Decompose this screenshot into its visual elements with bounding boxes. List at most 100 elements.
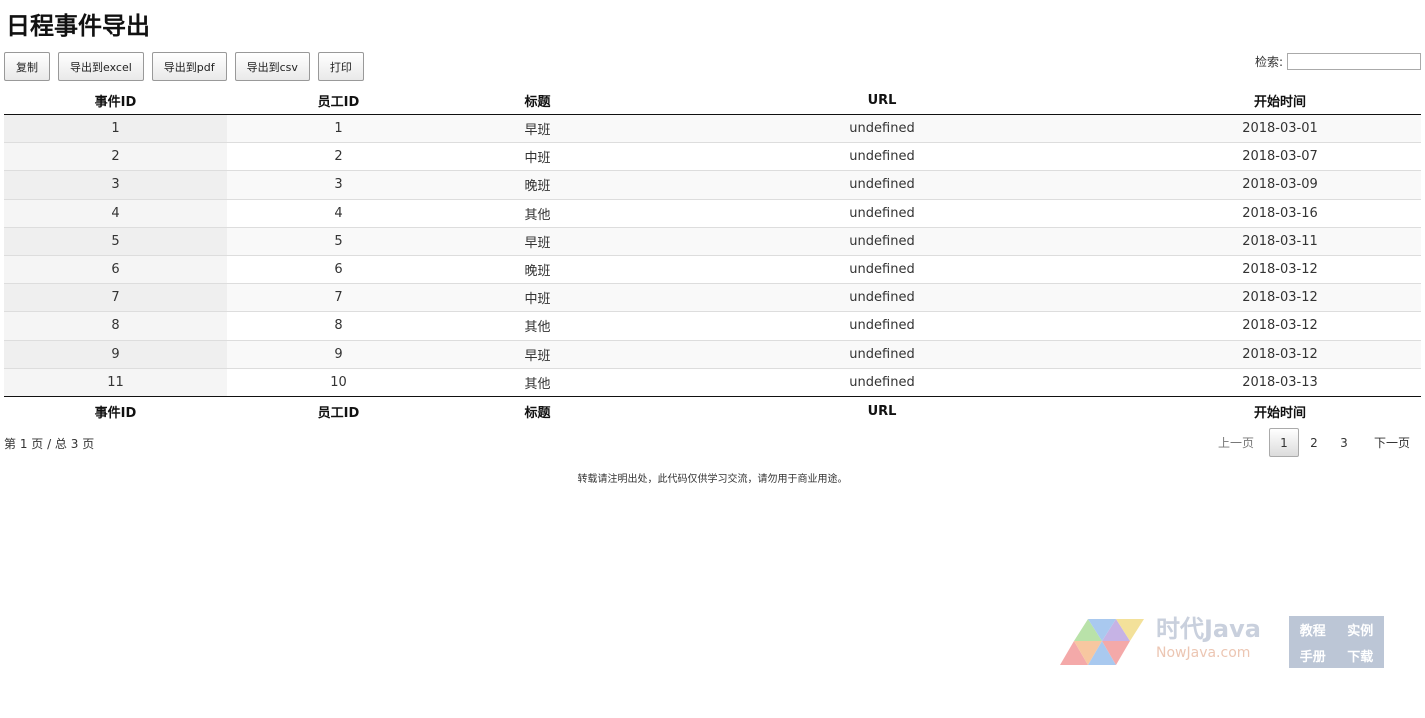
print-button[interactable]: 打印 bbox=[317, 52, 364, 81]
cell-employee-id: 3 bbox=[227, 170, 450, 200]
table-row[interactable]: 8 8 其他 undefined 2018-03-12 bbox=[4, 311, 1421, 340]
cell-start-time: 2018-03-12 bbox=[1139, 283, 1421, 312]
page-button-3[interactable]: 3 bbox=[1329, 428, 1359, 457]
search-input[interactable] bbox=[1287, 53, 1421, 70]
pagination: 上一页 1 2 3 下一页 bbox=[1207, 428, 1421, 457]
cell-employee-id: 7 bbox=[227, 283, 450, 312]
cell-event-id: 8 bbox=[4, 311, 227, 340]
watermark-item: 实例 bbox=[1347, 623, 1374, 639]
cell-url: undefined bbox=[625, 311, 1139, 340]
cell-title: 其他 bbox=[450, 367, 625, 397]
table-row[interactable]: 11 10 其他 undefined 2018-03-13 bbox=[4, 367, 1421, 397]
table-row[interactable]: 5 5 早班 undefined 2018-03-11 bbox=[4, 226, 1421, 256]
copyright-note: 转载请注明出处，此代码仅供学习交流，请勿用于商业用途。 bbox=[577, 474, 848, 485]
cell-url: undefined bbox=[625, 254, 1139, 284]
triangle-logo-icon bbox=[1060, 619, 1144, 665]
footer-header-event-id: 事件ID bbox=[4, 395, 227, 426]
cell-employee-id: 10 bbox=[227, 367, 450, 397]
copy-button[interactable]: 复制 bbox=[4, 52, 50, 81]
cell-event-id: 3 bbox=[4, 170, 227, 200]
cell-employee-id: 4 bbox=[227, 198, 450, 228]
footer-header-title: 标题 bbox=[450, 395, 625, 426]
cell-url: undefined bbox=[625, 170, 1139, 200]
cell-employee-id: 9 bbox=[227, 339, 450, 369]
cell-start-time: 2018-03-16 bbox=[1139, 198, 1421, 228]
footer-header-start-time: 开始时间 bbox=[1139, 395, 1421, 426]
cell-employee-id: 5 bbox=[227, 226, 450, 256]
column-header-start-time[interactable]: 开始时间 bbox=[1139, 86, 1421, 115]
cell-title: 其他 bbox=[450, 311, 625, 340]
table-body: 1 1 早班 undefined 2018-03-01 2 2 中班 undefined 2018… bbox=[4, 114, 1421, 397]
cell-event-id: 5 bbox=[4, 226, 227, 256]
watermark-menu-box: 教程 实例 手册 下载 bbox=[1289, 616, 1384, 668]
table-row[interactable]: 4 4 其他 undefined 2018-03-16 bbox=[4, 198, 1421, 228]
cell-event-id: 1 bbox=[4, 114, 227, 143]
watermark-brand: 时代Java bbox=[1156, 615, 1261, 643]
cell-title: 中班 bbox=[450, 142, 625, 171]
cell-title: 其他 bbox=[450, 198, 625, 228]
table-row[interactable]: 2 2 中班 undefined 2018-03-07 bbox=[4, 142, 1421, 171]
table-row[interactable]: 7 7 中班 undefined 2018-03-12 bbox=[4, 283, 1421, 312]
column-header-event-id[interactable]: 事件ID bbox=[4, 86, 227, 115]
cell-start-time: 2018-03-11 bbox=[1139, 226, 1421, 256]
watermark-url: NowJava.com bbox=[1156, 645, 1251, 661]
cell-start-time: 2018-03-12 bbox=[1139, 311, 1421, 340]
export-excel-button[interactable]: 导出到excel bbox=[58, 52, 144, 81]
cell-url: undefined bbox=[849, 121, 915, 137]
export-pdf-button[interactable]: 导出到pdf bbox=[151, 52, 227, 81]
cell-employee-id: 1 bbox=[334, 121, 343, 137]
column-header-title[interactable]: 标题 bbox=[450, 86, 625, 115]
table-footer: 事件ID 员工ID 标题 URL 开始时间 bbox=[4, 395, 1421, 426]
cell-start-time: 2018-03-01 bbox=[1242, 121, 1318, 137]
cell-url: undefined bbox=[625, 226, 1139, 256]
next-page-button[interactable]: 下一页 bbox=[1363, 428, 1421, 457]
cell-employee-id: 2 bbox=[227, 142, 450, 171]
cell-event-id: 4 bbox=[4, 198, 227, 228]
events-table: 事件ID 员工ID 标题 URL 开始时间 1 1 早班 undefined 2018-… bbox=[4, 86, 1421, 426]
search-box: 检索: bbox=[1255, 53, 1421, 70]
cell-start-time: 2018-03-12 bbox=[1139, 254, 1421, 284]
cell-start-time: 2018-03-13 bbox=[1139, 367, 1421, 397]
cell-employee-id: 8 bbox=[227, 311, 450, 340]
table-header: 事件ID 员工ID 标题 URL 开始时间 bbox=[4, 86, 1421, 115]
cell-event-id: 7 bbox=[4, 283, 227, 312]
cell-employee-id: 6 bbox=[227, 254, 450, 284]
search-label: 检索: bbox=[1254, 55, 1283, 69]
cell-start-time: 2018-03-12 bbox=[1139, 339, 1421, 369]
cell-start-time: 2018-03-07 bbox=[1139, 142, 1421, 171]
cell-url: undefined bbox=[625, 142, 1139, 171]
nowjava-watermark: 时代Java NowJava.com 教程 实例 手册 下载 bbox=[1060, 615, 1384, 669]
table-row[interactable]: 6 6 晚班 undefined 2018-03-12 bbox=[4, 254, 1421, 284]
footer-header-employee-id: 员工ID bbox=[227, 395, 450, 426]
cell-event-id: 11 bbox=[4, 367, 227, 397]
column-header-employee-id[interactable]: 员工ID bbox=[227, 86, 450, 115]
table-row[interactable]: 1 1 早班 undefined 2018-03-01 bbox=[4, 114, 1421, 143]
cell-title: 早班 bbox=[450, 226, 625, 256]
prev-page-button[interactable]: 上一页 bbox=[1207, 428, 1265, 457]
page-button-1[interactable]: 1 bbox=[1268, 428, 1299, 457]
cell-title: 晚班 bbox=[450, 254, 625, 284]
page-info: 第 1 页 / 总 3 页 bbox=[4, 437, 95, 451]
cell-event-id: 6 bbox=[4, 254, 227, 284]
export-csv-button[interactable]: 导出到csv bbox=[234, 52, 310, 81]
cell-url: undefined bbox=[625, 198, 1139, 228]
page-title: 日程事件导出 bbox=[6, 12, 150, 40]
cell-url: undefined bbox=[625, 367, 1139, 397]
footer-header-url: URL bbox=[625, 395, 1139, 426]
page-button-2[interactable]: 2 bbox=[1299, 428, 1329, 457]
watermark-item: 下载 bbox=[1347, 649, 1374, 665]
cell-url: undefined bbox=[625, 339, 1139, 369]
column-header-url[interactable]: URL bbox=[625, 86, 1139, 115]
watermark-item: 手册 bbox=[1299, 649, 1326, 665]
cell-title: 早班 bbox=[450, 339, 625, 369]
watermark-item: 教程 bbox=[1299, 623, 1326, 639]
table-row[interactable]: 3 3 晚班 undefined 2018-03-09 bbox=[4, 170, 1421, 200]
cell-url: undefined bbox=[625, 283, 1139, 312]
cell-title: 中班 bbox=[450, 283, 625, 312]
cell-start-time: 2018-03-09 bbox=[1139, 170, 1421, 200]
watermark-text: 时代Java NowJava.com bbox=[1156, 617, 1261, 660]
cell-title: 晚班 bbox=[450, 170, 625, 200]
cell-title: 早班 bbox=[524, 123, 551, 139]
cell-event-id: 2 bbox=[4, 142, 227, 171]
table-row[interactable]: 9 9 早班 undefined 2018-03-12 bbox=[4, 339, 1421, 369]
